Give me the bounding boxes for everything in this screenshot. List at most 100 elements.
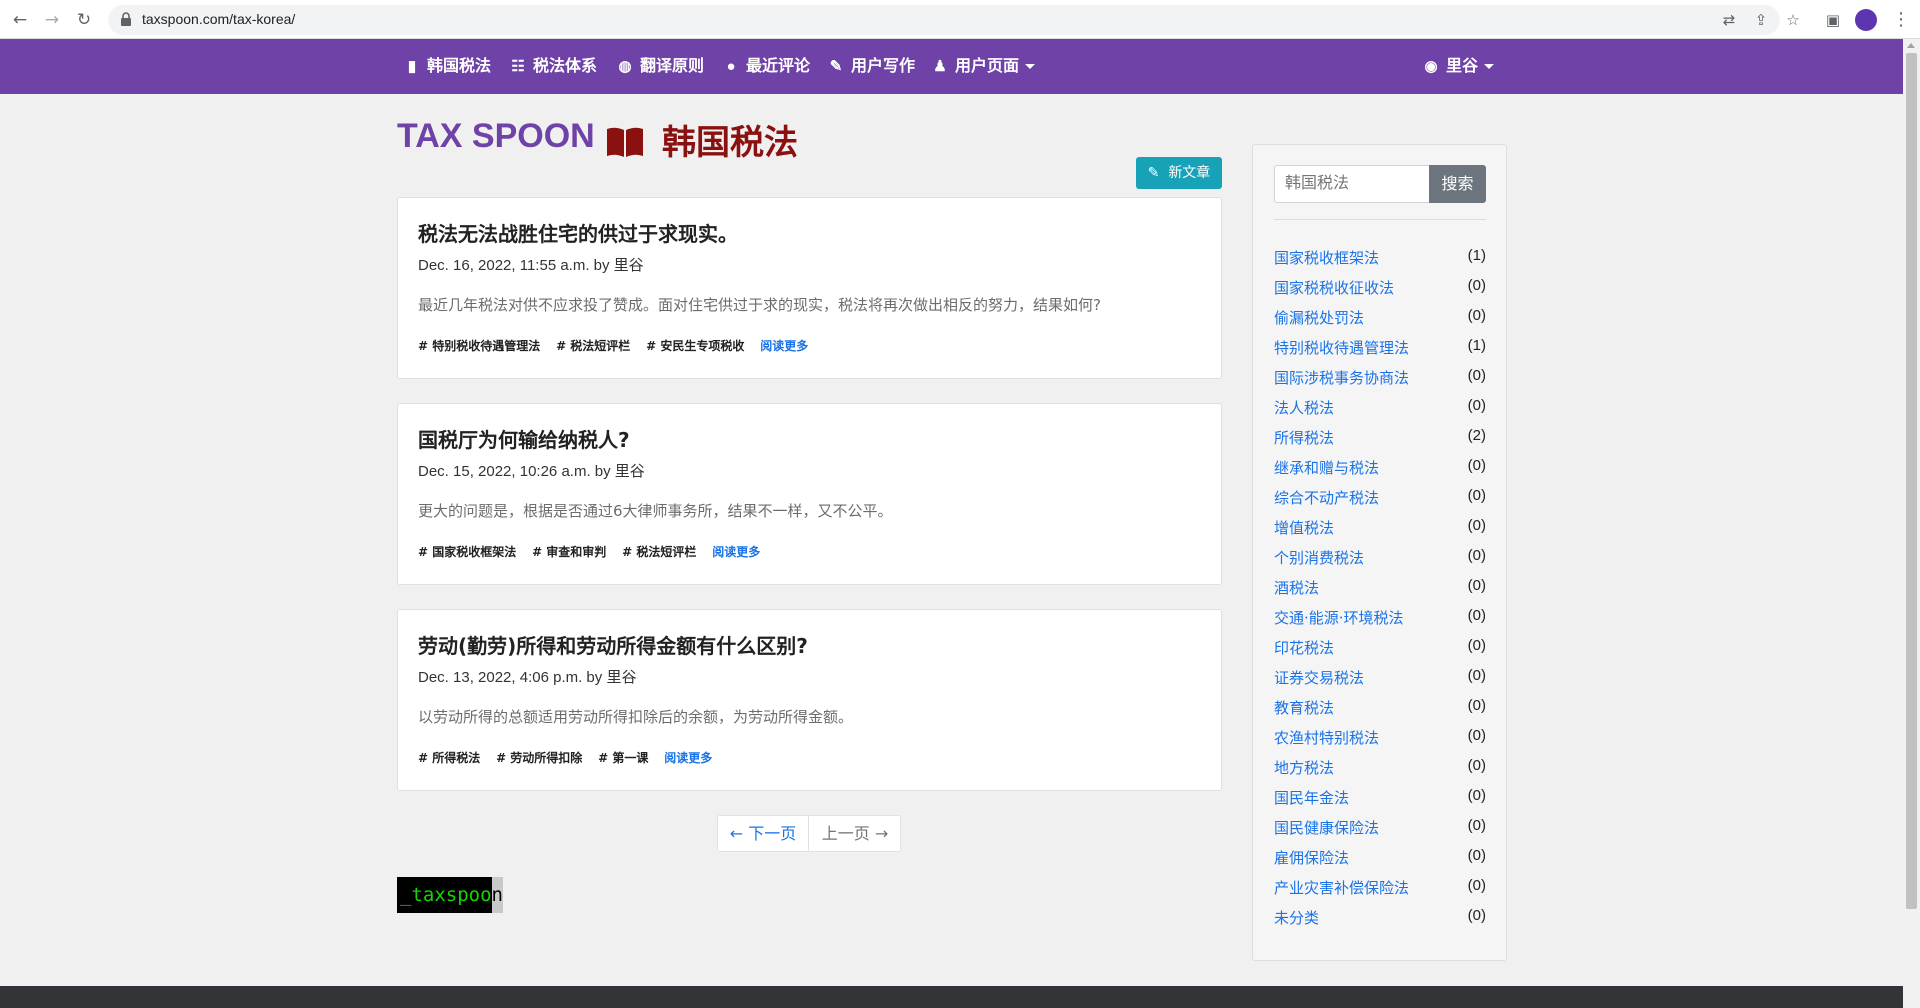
brand-title[interactable]: TAX SPOON [397,117,595,156]
category-link[interactable]: 个别消费税法 [1274,547,1364,568]
category-item[interactable]: 国民健康保险法 (0) [1274,817,1486,847]
category-item[interactable]: 增值税法 (0) [1274,517,1486,547]
nav-item-user-writing[interactable]: ✎ 用户写作 [827,39,915,94]
chevron-down-icon [1025,64,1036,70]
tag-link[interactable]: # 税法短评栏 [556,337,630,354]
category-item[interactable]: 特别税收待遇管理法 (1) [1274,337,1486,367]
category-item[interactable]: 未分类 (0) [1274,907,1486,937]
tag-link[interactable]: # 所得税法 [418,749,480,766]
category-link[interactable]: 偷漏税处罚法 [1274,307,1364,328]
category-item[interactable]: 交通·能源·环境税法 (0) [1274,607,1486,637]
category-link[interactable]: 未分类 [1274,907,1319,928]
nav-item-tax-korea[interactable]: ▮ 韩国税法 [403,39,491,94]
category-item[interactable]: 国家税税收征收法 (0) [1274,277,1486,307]
read-more-link[interactable]: 阅读更多 [760,337,808,354]
category-count: (0) [1467,397,1486,414]
category-count: (0) [1467,757,1486,774]
category-link[interactable]: 特别税收待遇管理法 [1274,337,1409,358]
read-more-link[interactable]: 阅读更多 [712,543,760,560]
category-link[interactable]: 酒税法 [1274,577,1319,598]
nav-item-tax-system[interactable]: ☷ 税法体系 [509,39,597,94]
profile-avatar[interactable] [1855,9,1877,31]
search-button[interactable]: 搜索 [1429,165,1486,203]
category-link[interactable]: 增值税法 [1274,517,1334,538]
category-item[interactable]: 印花税法 (0) [1274,637,1486,667]
tag-link[interactable]: # 审查和审判 [532,543,606,560]
bookmark-star-icon[interactable]: ☆ [1781,8,1805,32]
address-bar[interactable]: taxspoon.com/tax-korea/ [108,5,1780,35]
category-link[interactable]: 产业灾害补偿保险法 [1274,877,1409,898]
category-link[interactable]: 证券交易税法 [1274,667,1364,688]
new-post-button[interactable]: ✎ 新文章 [1136,157,1222,189]
reload-icon[interactable]: ↻ [72,8,96,32]
category-link[interactable]: 继承和赠与税法 [1274,457,1379,478]
category-item[interactable]: 教育税法 (0) [1274,697,1486,727]
page-scrollbar[interactable] [1903,39,1920,1008]
category-link[interactable]: 法人税法 [1274,397,1334,418]
category-link[interactable]: 国民健康保险法 [1274,817,1379,838]
category-link[interactable]: 综合不动产税法 [1274,487,1379,508]
nav-item-user-page[interactable]: ♟ 用户页面 [931,39,1036,94]
scrollbar-thumb[interactable] [1906,53,1917,909]
category-count: (0) [1467,877,1486,894]
forward-arrow-icon[interactable]: → [40,8,64,32]
category-item[interactable]: 继承和赠与税法 (0) [1274,457,1486,487]
terminal-logo: _taxspoon [397,877,503,913]
lock-icon [121,12,131,26]
category-item[interactable]: 综合不动产税法 (0) [1274,487,1486,517]
tag-link[interactable]: # 第一课 [598,749,648,766]
post-title[interactable]: 国税厅为何输给纳税人? [418,424,630,453]
category-item[interactable]: 农渔村特别税法 (0) [1274,727,1486,757]
category-link[interactable]: 国家税收框架法 [1274,247,1379,268]
category-item[interactable]: 法人税法 (0) [1274,397,1486,427]
category-item[interactable]: 偷漏税处罚法 (0) [1274,307,1486,337]
sidebar: 搜索 国家税收框架法(1)国家税税收征收法(0)偷漏税处罚法(0)特别税收待遇管… [1252,144,1507,961]
book-icon [607,127,643,157]
post-meta: Dec. 16, 2022, 11:55 a.m. by 里谷 [418,257,644,274]
scroll-up-arrow-icon[interactable] [1907,43,1915,48]
category-link[interactable]: 地方税法 [1274,757,1334,778]
category-item[interactable]: 国际涉税事务协商法 (0) [1274,367,1486,397]
category-count: (0) [1467,457,1486,474]
prev-page-button[interactable]: 上一页 → [810,816,900,851]
account-dropdown[interactable]: ◉ 里谷 [1422,39,1495,94]
post-excerpt: 以劳动所得的总额适用劳动所得扣除后的余额，为劳动所得金额。 [418,708,854,726]
category-item[interactable]: 雇佣保险法 (0) [1274,847,1486,877]
search-input[interactable] [1274,165,1430,203]
browser-menu-icon[interactable]: ⋮ [1891,8,1911,32]
category-item[interactable]: 国家税收框架法 (1) [1274,247,1486,277]
category-item[interactable]: 地方税法 (0) [1274,757,1486,787]
category-item[interactable]: 个别消费税法 (0) [1274,547,1486,577]
category-item[interactable]: 酒税法 (0) [1274,577,1486,607]
category-link[interactable]: 教育税法 [1274,697,1334,718]
back-arrow-icon[interactable]: ← [8,8,32,32]
translate-icon[interactable]: ⇄ [1717,8,1741,32]
tag-link[interactable]: # 特别税收待遇管理法 [418,337,540,354]
category-link[interactable]: 国际涉税事务协商法 [1274,367,1409,388]
nav-item-recent-comments[interactable]: ● 最近评论 [722,39,810,94]
share-icon[interactable]: ⇪ [1749,8,1773,32]
post-title[interactable]: 劳动(勤劳)所得和劳动所得金额有什么区别? [418,630,808,659]
category-link[interactable]: 雇佣保险法 [1274,847,1349,868]
book-open-icon: ▮ [407,58,417,75]
nav-item-translation[interactable]: ◍ 翻译原则 [616,39,704,94]
side-panel-icon[interactable]: ▣ [1821,8,1845,32]
tag-link[interactable]: # 税法短评栏 [622,543,696,560]
tag-link[interactable]: # 国家税收框架法 [418,543,516,560]
category-link[interactable]: 交通·能源·环境税法 [1274,607,1404,628]
category-item[interactable]: 所得税法 (2) [1274,427,1486,457]
next-page-button[interactable]: ← 下一页 [718,816,809,851]
read-more-link[interactable]: 阅读更多 [664,749,712,766]
tag-link[interactable]: # 劳动所得扣除 [496,749,582,766]
category-link[interactable]: 国家税税收征收法 [1274,277,1394,298]
category-link[interactable]: 印花税法 [1274,637,1334,658]
tag-link[interactable]: # 安民生专项税收 [646,337,744,354]
category-link[interactable]: 国民年金法 [1274,787,1349,808]
category-count: (0) [1467,637,1486,654]
post-title[interactable]: 税法无法战胜住宅的供过于求现实。 [418,218,738,247]
category-item[interactable]: 证券交易税法 (0) [1274,667,1486,697]
category-item[interactable]: 产业灾害补偿保险法 (0) [1274,877,1486,907]
category-link[interactable]: 所得税法 [1274,427,1334,448]
category-item[interactable]: 国民年金法 (0) [1274,787,1486,817]
category-link[interactable]: 农渔村特别税法 [1274,727,1379,748]
